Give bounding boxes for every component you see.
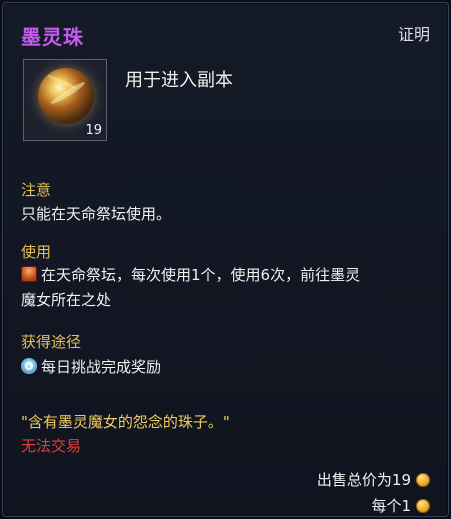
notice-heading: 注意 xyxy=(21,181,52,199)
unit-price-text: 每个1 xyxy=(371,497,411,515)
gold-coin-icon xyxy=(416,499,430,513)
notice-text: 只能在天命祭坛使用。 xyxy=(21,205,172,223)
quest-icon xyxy=(21,266,37,282)
daily-challenge-icon xyxy=(21,358,37,374)
item-name: 墨灵珠 xyxy=(21,25,84,49)
use-text-1: 在天命祭坛，每次使用1个，使用6次，前往墨灵 xyxy=(41,266,361,284)
flavor-text: "含有墨灵魔女的怨念的珠子。" xyxy=(21,413,230,431)
total-price-row: 出售总价为19 xyxy=(317,469,430,490)
source-text: 每日挑战完成奖励 xyxy=(41,358,162,376)
item-orb-icon xyxy=(38,68,94,124)
gold-coin-icon xyxy=(416,473,430,487)
item-tooltip: 墨灵珠 证明 19 用于进入副本 注意 只能在天命祭坛使用。 使用 在天命祭坛，… xyxy=(2,2,449,517)
item-slot: 19 xyxy=(23,59,107,141)
source-heading: 获得途径 xyxy=(21,333,82,351)
use-line-1: 在天命祭坛，每次使用1个，使用6次，前往墨灵 xyxy=(21,264,360,286)
total-price-text: 出售总价为19 xyxy=(316,471,411,489)
stack-count: 19 xyxy=(85,123,102,138)
use-text-2: 魔女所在之处 xyxy=(21,291,112,309)
use-heading: 使用 xyxy=(21,243,52,261)
unit-price-row: 每个1 xyxy=(371,495,430,516)
source-line: 每日挑战完成奖励 xyxy=(21,356,161,378)
trade-status: 无法交易 xyxy=(21,437,82,455)
item-description: 用于进入副本 xyxy=(125,70,233,91)
use-line-2: 魔女所在之处 xyxy=(21,289,111,311)
item-category: 证明 xyxy=(397,25,430,44)
